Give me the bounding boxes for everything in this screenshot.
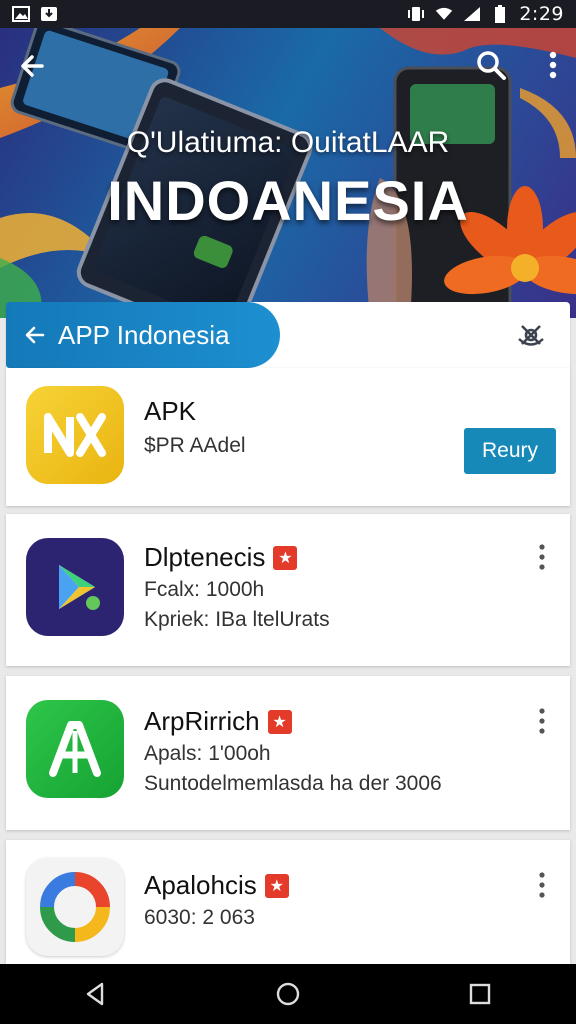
app-name: Dlptenecis ★: [144, 542, 298, 573]
satellite-icon[interactable]: [516, 320, 546, 350]
app-name: APK: [144, 396, 197, 426]
more-vert-icon[interactable]: [536, 706, 548, 736]
section-header: APP Indonesia: [6, 302, 570, 368]
wifi-icon: [435, 6, 453, 22]
app-name: Apalohcis ★: [144, 870, 289, 901]
image-icon: [12, 6, 30, 22]
star-badge-icon: ★: [273, 545, 298, 570]
nx-logo-icon: [26, 386, 124, 484]
more-vert-icon[interactable]: [544, 48, 562, 82]
section-tab[interactable]: APP Indonesia: [6, 302, 280, 368]
hero-subtitle: Q'Ulatiuma: OuitatLAAR: [126, 126, 450, 159]
hero-title: INDOANESIA: [107, 169, 469, 232]
app-detail: Kpriek: IBa ltelUrats: [144, 608, 330, 631]
battery-icon: [491, 5, 509, 23]
more-vert-icon[interactable]: [536, 870, 548, 900]
a-logo-icon: [26, 700, 124, 798]
star-badge-icon: ★: [264, 873, 289, 898]
more-vert-icon[interactable]: [536, 542, 548, 572]
play-icon: [26, 538, 124, 636]
back-arrow-icon[interactable]: [24, 324, 46, 346]
install-button[interactable]: Reury: [464, 428, 556, 474]
signal-icon: [463, 6, 481, 22]
back-arrow-icon[interactable]: [16, 50, 48, 82]
status-time: 2:29: [519, 3, 564, 25]
app-detail: $PR AAdel: [144, 434, 246, 457]
app-detail: 6030: 2 063: [144, 906, 255, 929]
app-detail: Fcalx: 1000h: [144, 578, 265, 601]
app-card[interactable]: APK $PR AAdel Reury: [6, 368, 570, 506]
app-detail: Apals: 1'00oh: [144, 742, 271, 765]
app-card[interactable]: ArpRirrich ★ Apals: 1'00oh Suntodelmemla…: [6, 676, 570, 830]
back-triangle-icon[interactable]: [82, 980, 110, 1008]
app-card[interactable]: Apalohcis ★ 6030: 2 063: [6, 840, 570, 964]
download-icon: [40, 6, 58, 22]
ring-logo-icon: [26, 858, 124, 956]
app-name: ArpRirrich ★: [144, 706, 292, 737]
app-card[interactable]: Dlptenecis ★ Fcalx: 1000h Kpriek: IBa lt…: [6, 514, 570, 666]
star-badge-icon: ★: [267, 709, 292, 734]
app-detail: Suntodelmemlasda ha der 3006: [144, 772, 442, 795]
status-bar: 2:29: [0, 0, 576, 28]
section-label: APP Indonesia: [58, 319, 230, 350]
recents-square-icon[interactable]: [466, 980, 494, 1008]
search-icon[interactable]: [474, 48, 508, 82]
system-nav-bar: [0, 964, 576, 1024]
home-circle-icon[interactable]: [274, 980, 302, 1008]
hero-banner: Q'Ulatiuma: OuitatLAAR INDOANESIA: [0, 28, 576, 318]
vibrate-icon: [407, 6, 425, 22]
